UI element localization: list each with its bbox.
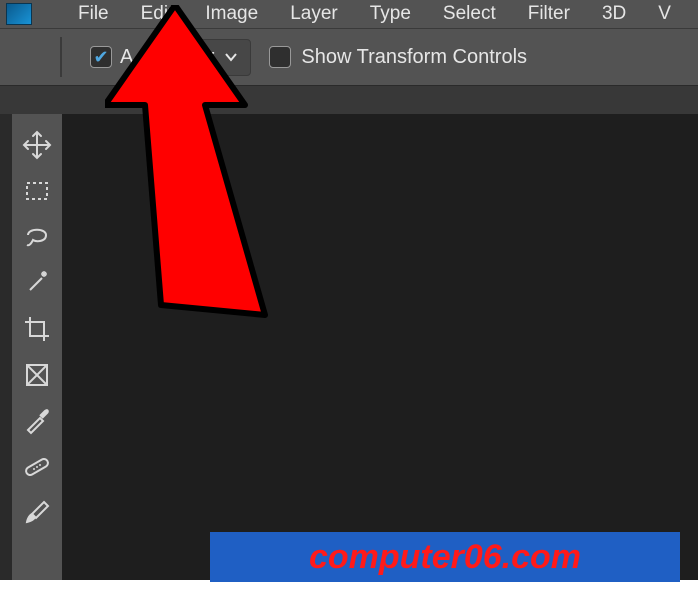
menu-label: 3D — [602, 3, 626, 25]
crop-icon — [22, 314, 52, 344]
tools-panel — [12, 114, 62, 580]
menu-image[interactable]: Image — [189, 0, 274, 28]
watermark: computer06.com — [210, 532, 680, 582]
frame-tool[interactable] — [14, 352, 60, 398]
lasso-tool[interactable] — [14, 214, 60, 260]
menu-bar: File Edit Image Layer Type Select Filter… — [0, 0, 698, 28]
show-transform-controls-checkbox[interactable]: Show Transform Controls — [269, 46, 527, 69]
menu-type[interactable]: Type — [354, 0, 427, 28]
magic-wand-tool[interactable] — [14, 260, 60, 306]
menu-label: Select — [443, 3, 496, 25]
menu-layer[interactable]: Layer — [274, 0, 354, 28]
menu-label: Image — [205, 3, 258, 25]
document-tab-well — [0, 86, 698, 114]
rectangular-marquee-tool[interactable] — [14, 168, 60, 214]
checkbox-unchecked-icon — [269, 46, 291, 68]
menu-label: File — [78, 3, 109, 25]
brush-icon — [22, 498, 52, 528]
menu-filter[interactable]: Filter — [512, 0, 586, 28]
canvas-area[interactable] — [62, 114, 698, 580]
menu-3d[interactable]: 3D — [586, 0, 642, 28]
menu-label: V — [658, 3, 671, 25]
move-tool[interactable] — [14, 122, 60, 168]
spot-healing-brush-tool[interactable] — [14, 444, 60, 490]
wand-icon — [22, 268, 52, 298]
options-bar: ✔ A Layer Show Transform Controls — [0, 28, 698, 86]
menu-label: Type — [370, 3, 411, 25]
menu-label: Edit — [141, 3, 174, 25]
dropdown-value: Layer — [164, 46, 214, 69]
bandage-icon — [22, 452, 52, 482]
eyedropper-icon — [22, 406, 52, 436]
show-transform-controls-label: Show Transform Controls — [301, 46, 527, 69]
frame-icon — [23, 361, 51, 389]
brush-tool[interactable] — [14, 490, 60, 536]
eyedropper-tool[interactable] — [14, 398, 60, 444]
menu-label: Filter — [528, 3, 570, 25]
auto-select-target-dropdown[interactable]: Layer — [151, 39, 251, 76]
marquee-icon — [23, 177, 51, 205]
menu-edit[interactable]: Edit — [125, 0, 190, 28]
crop-tool[interactable] — [14, 306, 60, 352]
chevron-down-icon — [224, 50, 238, 64]
app-logo-icon — [6, 3, 32, 25]
menu-select[interactable]: Select — [427, 0, 512, 28]
checkbox-checked-icon: ✔ — [90, 46, 112, 68]
menu-label: Layer — [290, 3, 338, 25]
menu-file[interactable]: File — [62, 0, 125, 28]
watermark-text: computer06.com — [309, 538, 581, 576]
auto-select-label: A — [120, 46, 133, 69]
current-tool-indicator[interactable] — [20, 37, 62, 77]
lasso-icon — [22, 222, 52, 252]
auto-select-checkbox[interactable]: ✔ A — [90, 46, 133, 69]
move-icon — [22, 130, 52, 160]
menu-view[interactable]: V — [642, 0, 687, 28]
panel-gutter — [0, 114, 12, 580]
